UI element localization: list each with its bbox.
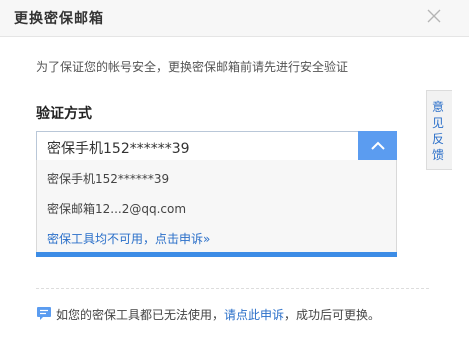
change-secure-email-dialog: 更换密保邮箱 为了保证您的帐号安全，更换密保邮箱前请先进行安全验证 验证方式 密… [0,0,469,357]
divider [36,288,429,289]
verify-method-dropdown: 密保手机152******39 密保邮箱12...2@qq.com 密保工具均不… [36,160,397,253]
feedback-tab[interactable]: 意见反馈 [426,90,452,170]
verify-method-select[interactable]: 密保手机152******39 [36,131,397,161]
help-prefix: 如您的密保工具都已无法使用， [56,308,225,322]
dropdown-bottom-bar [36,252,397,257]
help-text: 如您的密保工具都已无法使用，请点此申诉，成功后可更换。 [56,306,380,323]
chevron-up-icon [371,141,385,150]
feedback-label: 意见反馈 [432,100,445,162]
chat-bubble-icon [36,305,52,321]
close-icon[interactable] [424,6,444,26]
option-secure-email[interactable]: 密保邮箱12...2@qq.com [47,200,186,217]
verify-method-label: 验证方式 [36,106,92,122]
appeal-here-link[interactable]: 请点此申诉 [224,308,284,322]
selected-verify-method: 密保手机152******39 [47,141,190,157]
help-suffix: ，成功后可更换。 [284,308,381,322]
dialog-title: 更换密保邮箱 [14,11,104,27]
dropdown-toggle-button[interactable] [358,131,397,161]
dialog-header: 更换密保邮箱 [0,0,469,37]
security-description: 为了保证您的帐号安全，更换密保邮箱前请先进行安全验证 [36,60,349,74]
option-secure-phone[interactable]: 密保手机152******39 [47,170,169,187]
appeal-link[interactable]: 密保工具均不可用，点击申诉» [47,230,210,247]
